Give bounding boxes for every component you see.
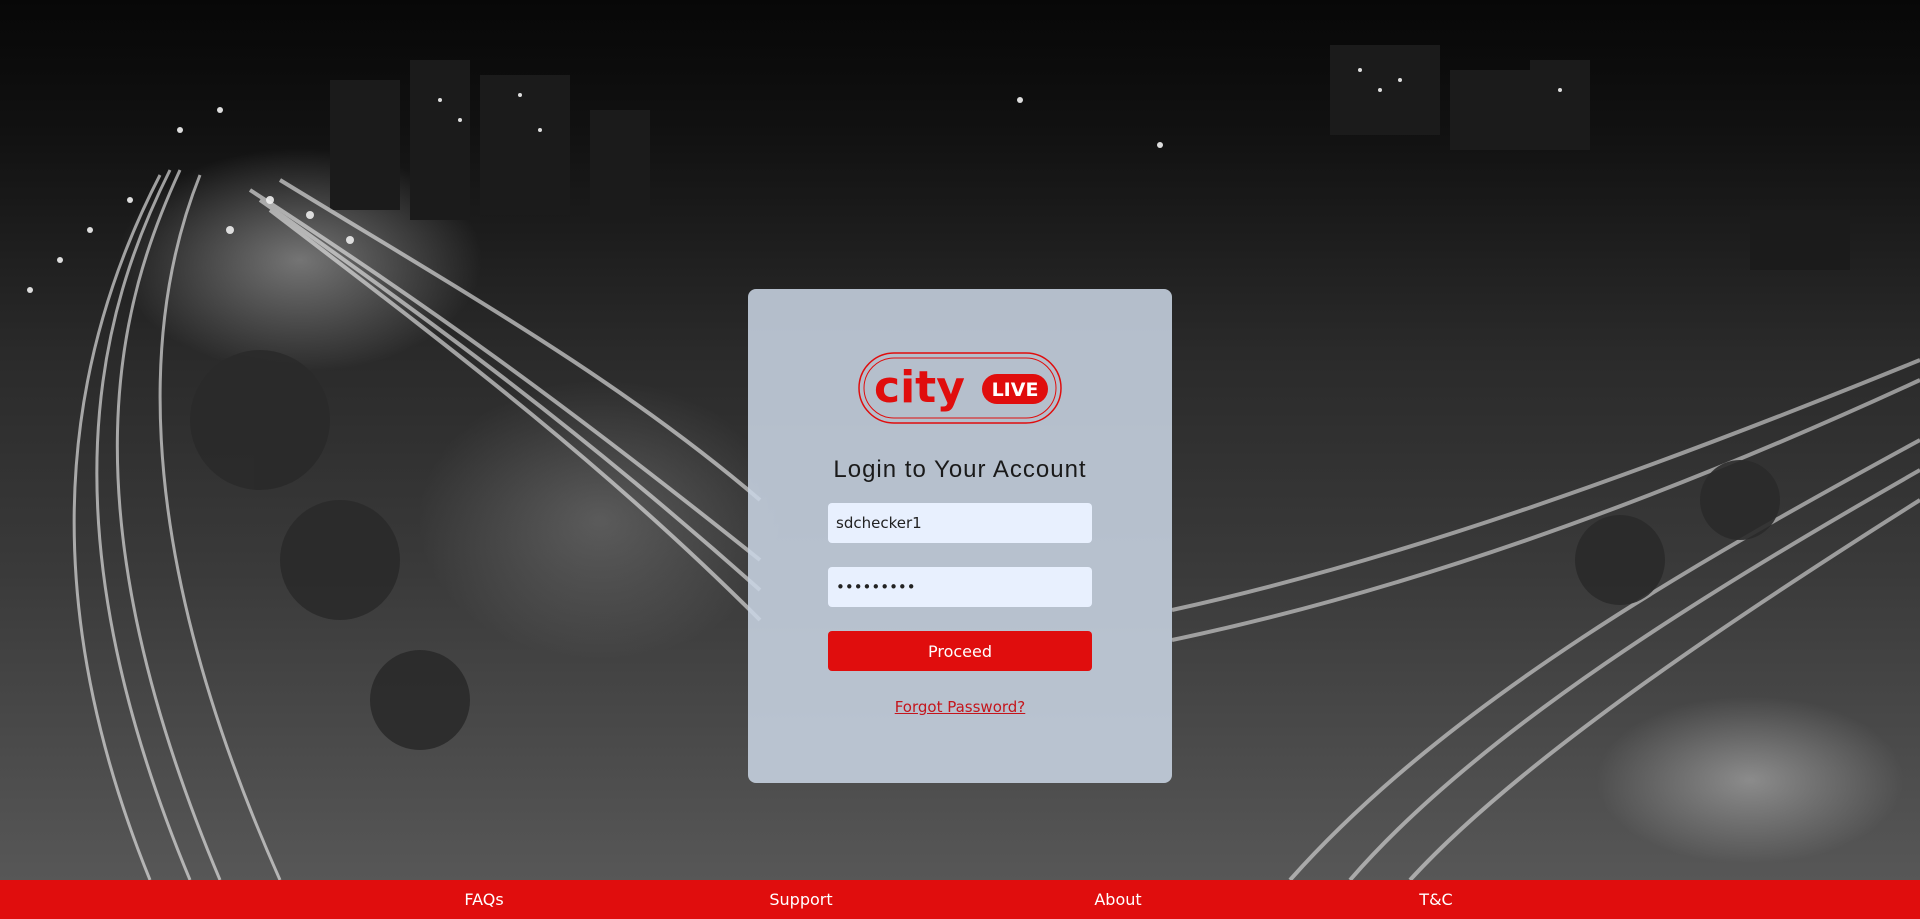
logo-city-text: city (874, 362, 965, 413)
username-input[interactable] (828, 503, 1092, 543)
footer-link-faqs[interactable]: FAQs (464, 880, 503, 919)
login-card: city LIVE Login to Your Account Proceed … (748, 289, 1172, 783)
logo-live-badge: LIVE (992, 379, 1039, 401)
footer-link-terms[interactable]: T&C (1419, 880, 1452, 919)
login-title: Login to Your Account (833, 456, 1087, 483)
citylive-logo: city LIVE (858, 352, 1062, 424)
citylive-logo-icon: city LIVE (858, 352, 1062, 424)
proceed-button[interactable]: Proceed (828, 631, 1092, 671)
footer-bar: FAQs Support About T&C (0, 880, 1920, 919)
footer-link-about[interactable]: About (1094, 880, 1141, 919)
password-input[interactable] (828, 567, 1092, 607)
login-page: city LIVE Login to Your Account Proceed … (0, 0, 1920, 919)
footer-link-support[interactable]: Support (769, 880, 832, 919)
forgot-password-link[interactable]: Forgot Password? (748, 698, 1172, 716)
